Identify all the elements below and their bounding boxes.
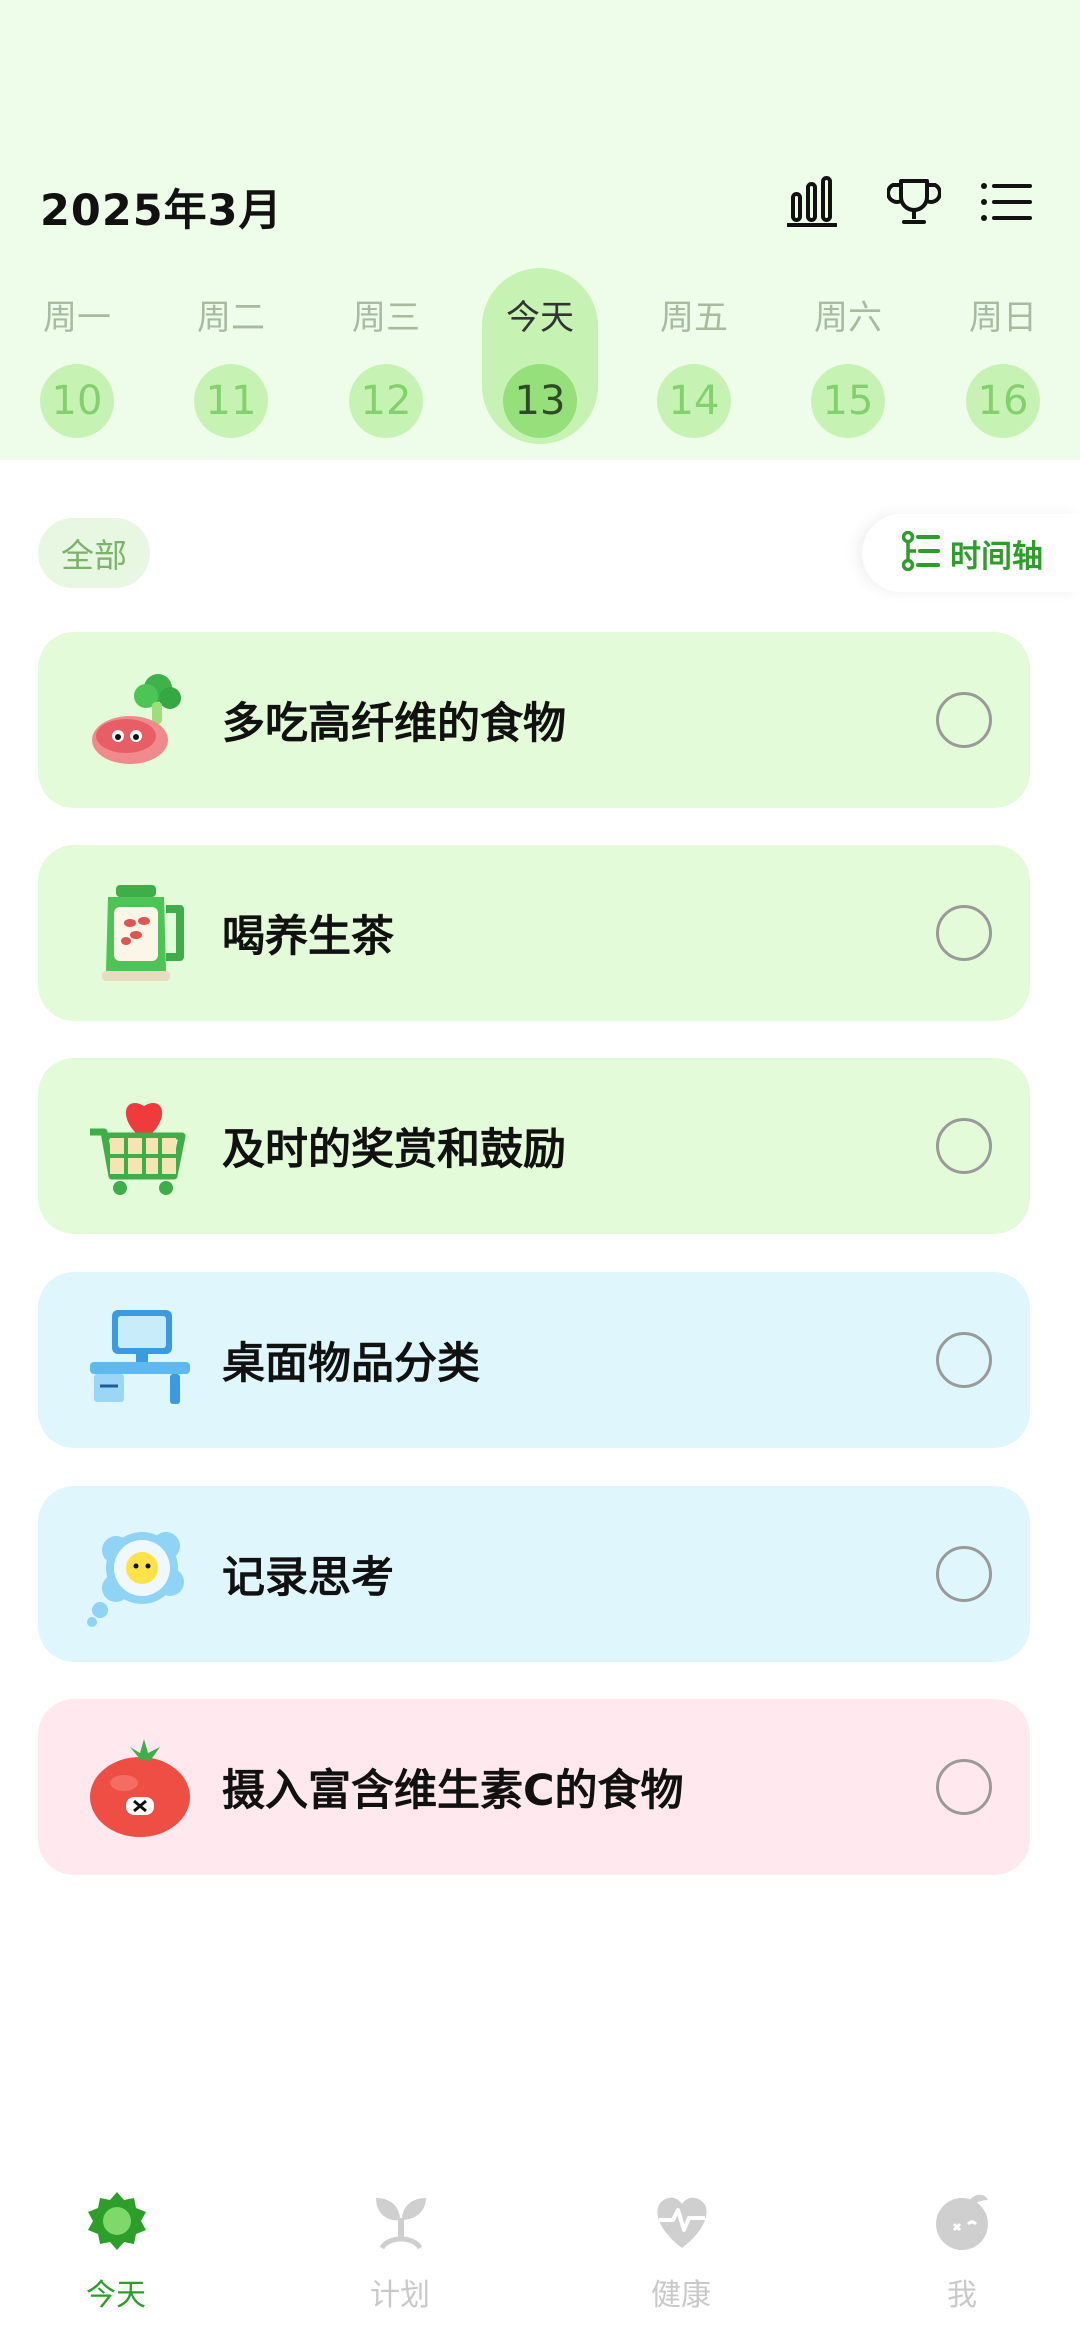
day-label: 周一	[43, 298, 111, 338]
day-label: 周六	[814, 298, 882, 338]
day-label: 周二	[197, 298, 265, 338]
day-label: 周五	[660, 298, 728, 338]
menu-icon[interactable]	[976, 172, 1036, 232]
task-card[interactable]: 摄入富含维生素C的食物	[38, 1699, 1030, 1875]
tab-health[interactable]: 健康	[601, 2170, 761, 2320]
task-card[interactable]: 喝养生茶	[38, 845, 1030, 1021]
task-checkbox[interactable]	[936, 1332, 992, 1388]
day-tue[interactable]: 周二 11	[171, 268, 291, 448]
task-checkbox[interactable]	[936, 1546, 992, 1602]
desk-computer-icon	[86, 1306, 194, 1414]
tab-today[interactable]: 今天	[36, 2170, 196, 2320]
timeline-button[interactable]: 时间轴	[862, 514, 1080, 592]
day-label: 周三	[352, 298, 420, 338]
tomato-icon	[86, 1733, 194, 1841]
avatar-icon	[932, 2190, 994, 2252]
task-label: 记录思考	[222, 1553, 394, 1603]
day-number: 13	[503, 364, 577, 438]
task-label: 桌面物品分类	[222, 1339, 480, 1389]
day-wed[interactable]: 周三 12	[326, 268, 446, 448]
day-label: 今天	[506, 298, 574, 338]
task-checkbox[interactable]	[936, 905, 992, 961]
task-card[interactable]: 及时的奖赏和鼓励	[38, 1058, 1030, 1234]
timeline-icon	[901, 530, 940, 575]
tab-me[interactable]: 我	[882, 2170, 1042, 2320]
sun-icon	[86, 2190, 148, 2252]
day-number: 15	[811, 364, 885, 438]
day-number: 11	[194, 364, 268, 438]
day-sun[interactable]: 周日 16	[943, 268, 1063, 448]
tab-label: 今天	[86, 2278, 146, 2313]
trophy-icon[interactable]	[884, 172, 944, 232]
day-sat[interactable]: 周六 15	[788, 268, 908, 448]
timeline-label: 时间轴	[950, 538, 1043, 575]
task-card[interactable]: 桌面物品分类	[38, 1272, 1030, 1448]
stats-icon[interactable]	[782, 172, 842, 232]
tab-bar: 今天 计划 健康 我	[0, 2140, 1080, 2341]
task-card[interactable]: 记录思考	[38, 1486, 1030, 1662]
filter-all-chip[interactable]: 全部	[38, 518, 150, 588]
task-checkbox[interactable]	[936, 692, 992, 748]
task-checkbox[interactable]	[936, 1118, 992, 1174]
broccoli-steak-icon	[86, 666, 194, 774]
task-label: 多吃高纤维的食物	[222, 699, 566, 749]
task-label: 喝养生茶	[222, 912, 394, 962]
task-label: 摄入富含维生素C的食物	[222, 1766, 684, 1816]
sprout-icon	[370, 2190, 432, 2252]
tab-label: 我	[947, 2278, 977, 2313]
thought-bubble-icon	[86, 1520, 194, 1628]
task-label: 及时的奖赏和鼓励	[222, 1125, 566, 1175]
task-checkbox[interactable]	[936, 1759, 992, 1815]
day-number: 16	[966, 364, 1040, 438]
header: 2025年3月 周一 10 周二 11 周三 12 今天 13 周五 14 周六…	[0, 0, 1080, 460]
day-number: 12	[349, 364, 423, 438]
task-card[interactable]: 多吃高纤维的食物	[38, 632, 1030, 808]
heart-cart-icon	[86, 1092, 194, 1200]
day-mon[interactable]: 周一 10	[17, 268, 137, 448]
tea-kettle-icon	[86, 879, 194, 987]
day-label: 周日	[969, 298, 1037, 338]
tab-label: 健康	[651, 2278, 711, 2313]
day-number: 14	[657, 364, 731, 438]
tab-plan[interactable]: 计划	[320, 2170, 480, 2320]
tab-label: 计划	[370, 2278, 430, 2313]
day-fri[interactable]: 周五 14	[634, 268, 754, 448]
heart-pulse-icon	[651, 2190, 713, 2252]
day-number: 10	[40, 364, 114, 438]
page-title[interactable]: 2025年3月	[40, 176, 283, 238]
day-today[interactable]: 今天 13	[482, 268, 598, 444]
